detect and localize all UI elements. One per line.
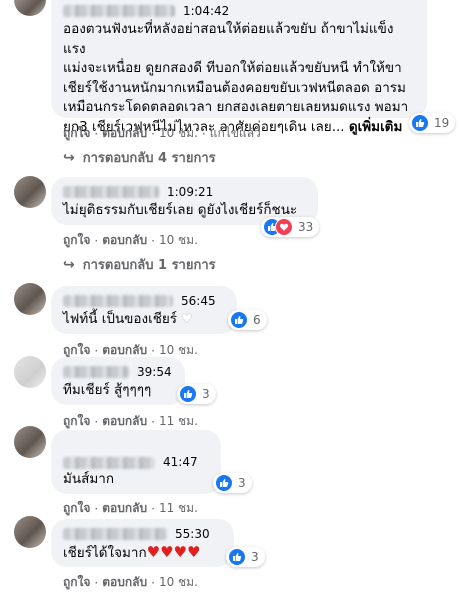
- heart-icon: [275, 218, 293, 236]
- like-button[interactable]: ถูกใจ: [63, 573, 90, 592]
- reaction-summary[interactable]: 3: [177, 384, 216, 404]
- reaction-summary[interactable]: 19: [409, 113, 456, 133]
- comment-text: เชียร์ได้ใจมาก♥♥♥♥: [63, 543, 222, 564]
- commenter-name[interactable]: [63, 5, 175, 17]
- comment-text: มันส์มาก: [63, 471, 115, 487]
- reaction-count: 3: [202, 387, 210, 401]
- comment-actions: ถูกใจ · ตอบกลับ · 11 ชม.: [63, 412, 198, 431]
- comment-text: ไฟท์นี้ เป็นของเชียร์ ♥: [63, 310, 225, 330]
- comment-actions: ถูกใจ · ตอบกลับ · 10 ชม.: [63, 573, 198, 592]
- reaction-count: 3: [238, 476, 246, 490]
- timestamp-link[interactable]: 56:45: [181, 294, 216, 308]
- separator: ·: [94, 233, 99, 248]
- separator: ·: [151, 501, 155, 516]
- comment-bubble: 41:47 มันส์มาก: [51, 430, 221, 494]
- thumbs-up-icon: [228, 548, 246, 566]
- commenter-name[interactable]: [63, 295, 173, 307]
- comment-header: 39:54: [63, 364, 173, 380]
- separator: ·: [94, 343, 99, 358]
- reaction-summary[interactable]: 33: [261, 217, 320, 237]
- separator: ·: [94, 414, 99, 429]
- separator: ·: [151, 575, 155, 590]
- view-replies-button[interactable]: ↪ การตอบกลับ 1 รายการ: [63, 254, 216, 275]
- comment-body: ไฟท์นี้ เป็นของเชียร์: [63, 311, 178, 327]
- reply-button[interactable]: ตอบกลับ: [102, 573, 147, 592]
- replies-label: การตอบกลับ 1 รายการ: [82, 258, 216, 273]
- time-ago-link[interactable]: 11 ชม.: [159, 499, 198, 518]
- timestamp-link[interactable]: 39:54: [137, 365, 172, 379]
- separator: ·: [94, 575, 99, 590]
- avatar[interactable]: [14, 426, 46, 458]
- view-replies-button[interactable]: ↪ การตอบกลับ 4 รายการ: [63, 147, 216, 168]
- like-button[interactable]: ถูกใจ: [63, 412, 90, 431]
- thumbs-up-icon: [179, 385, 197, 403]
- separator: ·: [201, 126, 206, 141]
- thumbs-up-icon: [411, 114, 429, 132]
- thumbs-up-icon: [230, 311, 248, 329]
- separator: ·: [151, 126, 155, 141]
- timestamp-link[interactable]: 1:09:21: [167, 185, 213, 199]
- comment-header: 1:04:42: [63, 3, 415, 19]
- thumbs-up-icon: [215, 474, 233, 492]
- comment-header: 41:47: [63, 437, 209, 469]
- comment-bubble: 56:45 ไฟท์นี้ เป็นของเชียร์ ♥: [51, 286, 237, 334]
- comment-actions: ถูกใจ · ตอบกลับ · 10 ชม. · แก้ไขแล้ว: [63, 124, 261, 143]
- separator: ·: [151, 233, 155, 248]
- reaction-count: 3: [251, 550, 259, 564]
- reaction-count: 33: [298, 220, 314, 234]
- reaction-count: 6: [253, 313, 261, 327]
- separator: ·: [151, 414, 155, 429]
- timestamp-link[interactable]: 41:47: [163, 455, 198, 469]
- separator: ·: [94, 501, 99, 516]
- time-ago-link[interactable]: 10 ชม.: [159, 573, 198, 592]
- reaction-summary[interactable]: 3: [226, 547, 265, 567]
- comment-actions: ถูกใจ · ตอบกลับ · 10 ชม.: [63, 231, 198, 250]
- timestamp-link[interactable]: 1:04:42: [183, 4, 229, 18]
- comment-bubble: 39:54 ทีมเชียร์ สู้ๆๆๆๆ: [51, 357, 185, 405]
- like-button[interactable]: ถูกใจ: [63, 124, 90, 143]
- reply-arrow-icon: ↪: [63, 256, 75, 273]
- comment-header: 55:30: [63, 526, 222, 542]
- reaction-summary[interactable]: 3: [213, 473, 252, 493]
- separator: ·: [94, 126, 99, 141]
- comment-header: 1:09:21: [63, 184, 306, 200]
- commenter-name[interactable]: [63, 186, 159, 198]
- reply-button[interactable]: ตอบกลับ: [102, 231, 147, 250]
- reply-arrow-icon: ↪: [63, 149, 75, 166]
- reaction-summary[interactable]: 6: [228, 310, 267, 330]
- avatar[interactable]: [14, 0, 46, 16]
- commenter-name[interactable]: [63, 366, 129, 378]
- timestamp-link[interactable]: 55:30: [175, 527, 210, 541]
- time-ago-link[interactable]: 10 ชม.: [159, 124, 198, 143]
- time-ago-link[interactable]: 11 ชม.: [159, 412, 198, 431]
- avatar[interactable]: [14, 176, 46, 208]
- comment-actions: ถูกใจ · ตอบกลับ · 11 ชม.: [63, 499, 198, 518]
- replies-label: การตอบกลับ 4 รายการ: [82, 151, 216, 166]
- comment-body: อองตวนฟังนะที่หลังอย่าสอนให้ต่อยแล้วขยับ…: [63, 21, 409, 135]
- comment-body: เชียร์ได้ใจมาก: [63, 545, 147, 561]
- avatar[interactable]: [14, 516, 46, 548]
- comment-bubble: 55:30 เชียร์ได้ใจมาก♥♥♥♥: [51, 519, 234, 567]
- separator: ·: [151, 343, 155, 358]
- comment-text: ทีมเชียร์ สู้ๆๆๆๆ: [63, 382, 152, 398]
- reply-button[interactable]: ตอบกลับ: [102, 124, 147, 143]
- comment-text: อองตวนฟังนะที่หลังอย่าสอนให้ต่อยแล้วขยับ…: [63, 20, 415, 137]
- comment-header: 56:45: [63, 293, 225, 309]
- see-more-link[interactable]: ดูเพิ่มเติม: [349, 119, 402, 135]
- reply-button[interactable]: ตอบกลับ: [102, 412, 147, 431]
- white-heart-emoji: ♥: [181, 312, 193, 328]
- red-heart-emojis: ♥♥♥♥: [146, 543, 201, 561]
- reaction-count: 19: [434, 116, 450, 130]
- avatar[interactable]: [14, 283, 46, 315]
- like-button[interactable]: ถูกใจ: [63, 231, 90, 250]
- reply-button[interactable]: ตอบกลับ: [102, 499, 147, 518]
- time-ago-link[interactable]: 10 ชม.: [159, 231, 198, 250]
- avatar[interactable]: [14, 356, 46, 388]
- like-button[interactable]: ถูกใจ: [63, 499, 90, 518]
- commenter-name[interactable]: [63, 528, 167, 540]
- comment-bubble: 1:04:42 อองตวนฟังนะที่หลังอย่าสอนให้ต่อย…: [51, 0, 427, 135]
- commenter-name[interactable]: [63, 457, 155, 469]
- edited-label[interactable]: แก้ไขแล้ว: [210, 124, 261, 143]
